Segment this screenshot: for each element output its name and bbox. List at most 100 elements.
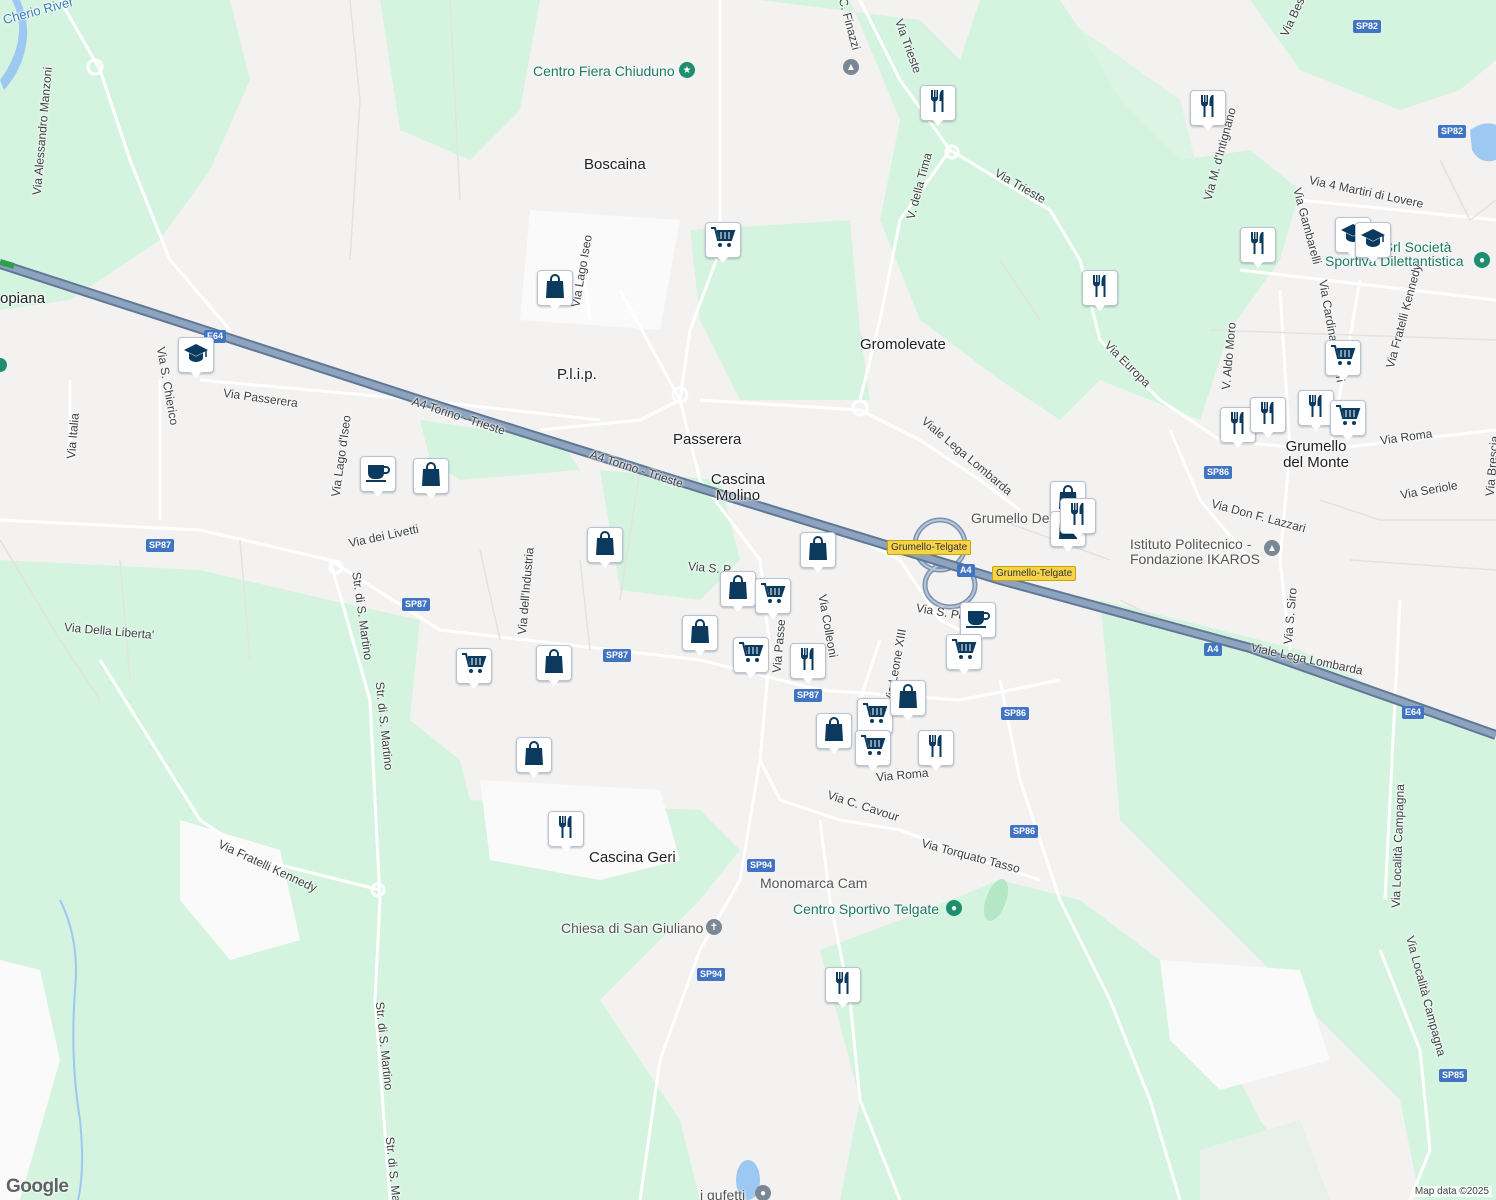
road-shield: SP94 [697, 968, 726, 981]
shopping-bag-marker[interactable] [516, 737, 552, 781]
shopping-bag-marker[interactable] [587, 527, 623, 571]
shopping-bag-marker[interactable] [720, 571, 756, 615]
restaurant-icon [925, 734, 947, 763]
road-shield: A4 [1204, 643, 1222, 656]
restaurant-icon [1197, 94, 1219, 123]
shopping-bag-marker[interactable] [413, 458, 449, 502]
shopping-cart-marker[interactable] [946, 634, 982, 678]
place-label: opiana [0, 290, 46, 307]
road-shield: SP82 [1353, 20, 1382, 33]
shopping-bag-marker[interactable] [816, 713, 852, 757]
shopping-bag-icon [823, 716, 845, 747]
road-shield: A4 [957, 564, 975, 577]
shopping-cart-icon [738, 641, 764, 670]
church-icon[interactable]: ✝ [706, 919, 722, 935]
poi-label: Istituto Politecnico - Fondazione IKAROS [1130, 536, 1260, 567]
restaurant-marker[interactable] [1082, 270, 1118, 314]
road-label: Via Italia [63, 412, 82, 460]
coffee-marker[interactable] [360, 456, 396, 500]
restaurant-icon [555, 815, 577, 844]
restaurant-marker[interactable] [918, 730, 954, 774]
coffee-icon [965, 607, 991, 634]
road-shield: SP82 [1438, 125, 1467, 138]
place-label: Passerera [673, 431, 742, 448]
shopping-cart-icon [760, 582, 786, 611]
restaurant-icon [927, 89, 949, 118]
restaurant-icon [797, 647, 819, 676]
shopping-cart-icon [862, 702, 888, 731]
exit-shield: Grumello-Telgate [887, 540, 972, 555]
shopping-bag-marker[interactable] [800, 532, 836, 576]
shopping-cart-icon [860, 734, 886, 763]
shopping-cart-marker[interactable] [1330, 400, 1366, 444]
shopping-cart-marker[interactable] [1325, 340, 1361, 384]
school-poi-icon[interactable]: ▲ [843, 59, 859, 75]
map-attribution[interactable]: Map data ©2025 [1411, 1186, 1492, 1197]
shopping-bag-icon [594, 530, 616, 561]
restaurant-icon [1067, 502, 1089, 531]
road-shield: SP94 [747, 859, 776, 872]
road-shield: SP86 [1001, 707, 1030, 720]
shopping-bag-icon [544, 273, 566, 304]
poi-label: Centro Sportivo Telgate [793, 901, 940, 917]
poi-icon[interactable]: ● [755, 1185, 771, 1200]
road-shield: SP86 [1204, 466, 1233, 479]
restaurant-marker[interactable] [1298, 390, 1334, 434]
restaurant-marker[interactable] [1060, 498, 1096, 542]
shopping-bag-marker[interactable] [682, 615, 718, 659]
shopping-bag-icon [689, 618, 711, 649]
road-shield: SP86 [1010, 825, 1039, 838]
restaurant-marker[interactable] [790, 643, 826, 687]
restaurant-marker[interactable] [825, 967, 861, 1011]
shopping-bag-icon [727, 574, 749, 605]
shopping-cart-icon [951, 638, 977, 667]
coffee-icon [365, 461, 391, 488]
exit-shield: Grumello-Telgate [992, 566, 1077, 581]
sports-icon[interactable]: ● [1474, 252, 1490, 268]
school-marker[interactable] [178, 337, 214, 381]
shopping-cart-icon [461, 652, 487, 681]
google-logo: Google [6, 1176, 69, 1197]
place-label: P.l.i.p. [557, 366, 597, 383]
restaurant-marker[interactable] [1240, 227, 1276, 271]
shopping-bag-icon [543, 648, 565, 679]
shopping-cart-marker[interactable] [855, 730, 891, 774]
poi-icon[interactable]: ★ [679, 62, 695, 78]
poi-label: i gufetti [700, 1187, 746, 1200]
school-icon [1360, 228, 1386, 253]
map-canvas[interactable]: Boscaina P.l.i.p. Passerera Cascina Moli… [0, 0, 1496, 1200]
sports-icon[interactable]: ● [946, 900, 962, 916]
shopping-bag-icon [897, 683, 919, 714]
road-shield: SP85 [1439, 1069, 1468, 1082]
restaurant-marker[interactable] [548, 811, 584, 855]
place-label: Gromolevate [860, 336, 946, 353]
restaurant-marker[interactable] [1250, 397, 1286, 441]
poi-label: Grumello Del [971, 510, 1053, 526]
shopping-cart-icon [1335, 404, 1361, 433]
shopping-cart-marker[interactable] [456, 648, 492, 692]
restaurant-icon [1247, 231, 1269, 260]
restaurant-icon [1257, 401, 1279, 430]
restaurant-icon [1305, 394, 1327, 423]
road-shield: SP87 [794, 689, 823, 702]
restaurant-icon [832, 971, 854, 1000]
shopping-bag-icon [420, 461, 442, 492]
restaurant-icon [1227, 411, 1249, 440]
school-poi-icon[interactable]: ▲ [1264, 540, 1280, 556]
shopping-bag-marker[interactable] [536, 645, 572, 689]
road-shield: SP87 [402, 598, 431, 611]
shopping-cart-marker[interactable] [705, 222, 741, 266]
poi-label: Monomarca Cam [760, 875, 868, 891]
shopping-cart-marker[interactable] [733, 637, 769, 681]
place-label: Cascina Geri [589, 849, 676, 866]
school-marker[interactable] [1355, 222, 1391, 266]
shopping-bag-marker[interactable] [537, 270, 573, 314]
road-shield: E64 [1402, 706, 1425, 719]
place-label: Cascina Molino [710, 471, 766, 504]
restaurant-marker[interactable] [1190, 90, 1226, 134]
shopping-cart-marker[interactable] [755, 578, 791, 622]
school-icon [183, 343, 209, 368]
shopping-bag-marker[interactable] [890, 680, 926, 724]
restaurant-marker[interactable] [920, 85, 956, 129]
road-shield: SP87 [603, 649, 632, 662]
